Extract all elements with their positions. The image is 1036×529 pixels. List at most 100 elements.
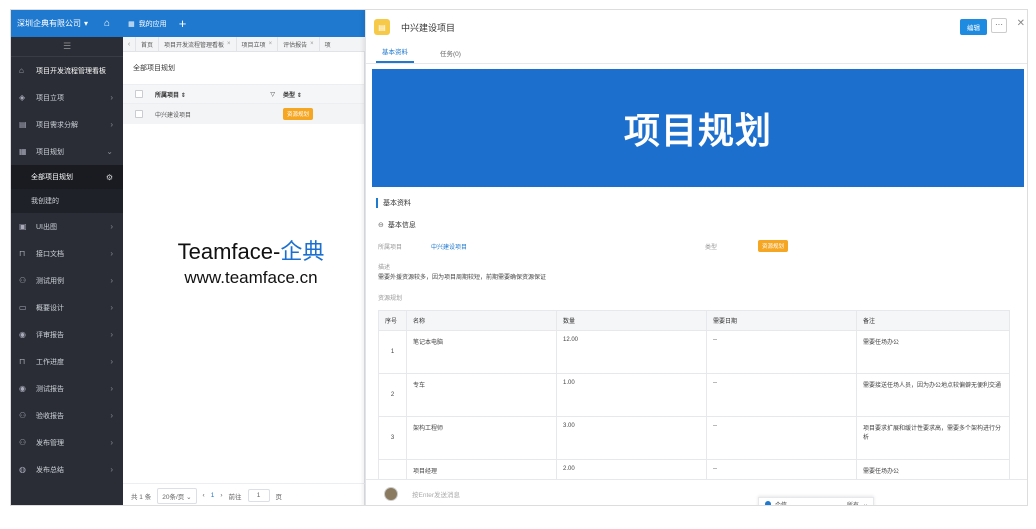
sidebar-item-outline-design[interactable]: ▭ 概要设计 › [11,294,123,321]
sidebar-item-label: 项目需求分解 [36,121,78,129]
chat-icon [765,501,771,505]
chevron-right-icon: › [110,222,113,231]
select-all-checkbox[interactable] [135,90,143,98]
grid-icon: ▦ [19,147,27,156]
subsection-toggle[interactable]: ⊖ 基本信息 [378,220,416,230]
column-type-label: 类型 [283,92,296,99]
sidebar-sub-created-by-me[interactable]: 我创建的 [11,189,123,213]
message-input[interactable]: 按Enter发送消息 [412,489,460,499]
tab-more[interactable]: 项 [318,37,336,51]
prev-page-icon[interactable]: ‹ [203,492,205,499]
project-label: 所属项目 [378,244,403,251]
goto-page-input[interactable]: 1 [247,489,270,502]
cell-name: 架构工程师 [406,416,557,460]
goto-label: 前往 [228,493,242,501]
close-icon[interactable]: × [269,41,273,47]
row-type-badge: 资源规划 [283,108,314,120]
close-icon[interactable]: × [310,41,314,47]
chevron-right-icon: › [110,93,113,102]
column-project-label: 所属项目 [155,92,180,99]
sidebar-item-dashboard[interactable]: ⌂ 项目开发流程管理看板 [11,57,123,84]
chevron-right-icon: › [110,120,113,129]
page-size-select[interactable]: 20条/页 ⌄ [157,487,197,504]
company-name: 深圳企典有限公司 [17,19,81,28]
shield-icon: ◈ [19,93,26,102]
plus-icon[interactable]: + [179,17,187,30]
sort-icon: ⇕ [180,92,186,99]
sidebar-item-test-report[interactable]: ◉ 测试报告 › [11,375,123,402]
page-unit: 页 [275,493,283,501]
chevron-right-icon: › [110,249,113,258]
col-date: 需要日期 [706,310,857,331]
cell-name: 专车 [406,373,557,417]
sidebar-item-label: 验收报告 [36,412,64,420]
sidebar-item-release-summary[interactable]: ◍ 发布总结 › [11,456,123,483]
sidebar-item-label: 发布管理 [36,439,64,447]
sidebar-item-initiation[interactable]: ◈ 项目立项 › [11,84,123,111]
chevron-left-icon[interactable]: ‹ [123,41,135,48]
tab-assessment[interactable]: 评估报告 × [277,37,319,51]
type-badge: 资源规划 [758,240,789,252]
edit-button[interactable]: 编辑 [960,19,987,35]
avatar [384,486,398,501]
watermark-url: www.teamface.cn [184,268,318,287]
sidebar-item-label: 项目开发流程管理看板 [36,67,106,75]
chevron-right-icon: › [110,276,113,285]
col-index: 序号 [378,310,407,331]
current-page[interactable]: 1 [211,492,215,499]
menu-toggle-icon[interactable]: ☰ [11,37,123,57]
sort-icon: ⇕ [296,92,302,99]
doc-icon: ▭ [19,303,27,312]
team-icon: ⚇ [19,438,27,447]
sidebar-item-review-report[interactable]: ◉ 评审报告 › [11,321,123,348]
company-switcher[interactable]: 深圳企典有限公司 ▾ [17,18,88,29]
table-row[interactable]: 中兴建设项目 资源规划 [123,104,364,124]
project-link[interactable]: 中兴建设项目 [431,242,705,251]
sidebar-item-planning[interactable]: ▦ 项目规划 ⌄ [11,138,123,165]
close-icon[interactable]: ✕ [1017,18,1025,29]
sidebar-item-label: 接口文档 [36,250,64,258]
page-size-value: 20条/页 [162,493,185,501]
tab-basic-info[interactable]: 基本资料 [376,46,414,63]
tab-label: 首页 [141,42,154,49]
my-apps-button[interactable]: ▦ 我的应用 [128,19,167,29]
row-checkbox[interactable] [135,110,143,118]
resource-plan-label: 资源规划 [378,296,403,302]
chevron-right-icon: › [110,438,113,447]
sidebar-item-label: UI出图 [36,223,57,231]
more-icon[interactable]: ··· [991,18,1007,33]
sidebar-item-test-cases[interactable]: ⚇ 测试用例 › [11,267,123,294]
tab-home[interactable]: 首页 [135,37,158,51]
column-type[interactable]: 类型 ⇕ [283,90,302,99]
sidebar-item-ui[interactable]: ▣ UI出图 › [11,213,123,240]
sidebar-item-api-docs[interactable]: ⊓ 接口文档 › [11,240,123,267]
filter-icon[interactable]: ▽ [270,91,275,98]
sidebar-item-acceptance[interactable]: ⚇ 验收报告 › [11,402,123,429]
field-row: 所属项目 中兴建设项目 类型 资源规划 [378,240,1018,252]
tab-tasks[interactable]: 任务(0) [434,48,467,63]
watermark-brand-cn: 企典 [280,239,325,264]
next-page-icon[interactable]: › [220,492,222,499]
total-count: 共 1 条 [131,493,152,501]
column-project[interactable]: 所属项目 ⇕ ▽ [155,90,283,99]
collapse-icon: ⊖ [378,222,384,229]
sidebar-item-release[interactable]: ⚇ 发布管理 › [11,429,123,456]
detail-panel: ▤ 中兴建设项目 编辑 ··· ✕ 基本资料 任务(0) 项目规划 基本资料 ⊖… [365,10,1027,505]
sidebar-item-label: 概要设计 [36,304,64,312]
sidebar-item-label: 项目立项 [36,94,64,102]
sidebar-item-label: 项目规划 [36,148,64,156]
tab-dashboard[interactable]: 项目开发流程管理看板 × [158,37,236,51]
record-icon: ▤ [374,19,390,35]
chevron-right-icon: › [110,303,113,312]
sidebar-item-progress[interactable]: ⊓ 工作进度 › [11,348,123,375]
table-header-row: 序号 名称 数量 需要日期 备注 [378,310,1010,331]
sidebar-sub-all-plans[interactable]: 全部项目规划 ⚙ [11,165,123,189]
chevron-down-icon: ⌄ [186,493,192,501]
gear-icon[interactable]: ⚙ [106,173,113,182]
tab-initiation[interactable]: 项目立项 × [235,37,278,51]
sidebar-item-requirements[interactable]: ▤ 项目需求分解 › [11,111,123,138]
detail-title: 中兴建设项目 [401,22,456,33]
chat-selector[interactable]: 企信 所有 ⌄ [758,497,874,505]
close-icon[interactable]: × [227,41,231,47]
home-icon[interactable]: ⌂ [104,18,110,29]
